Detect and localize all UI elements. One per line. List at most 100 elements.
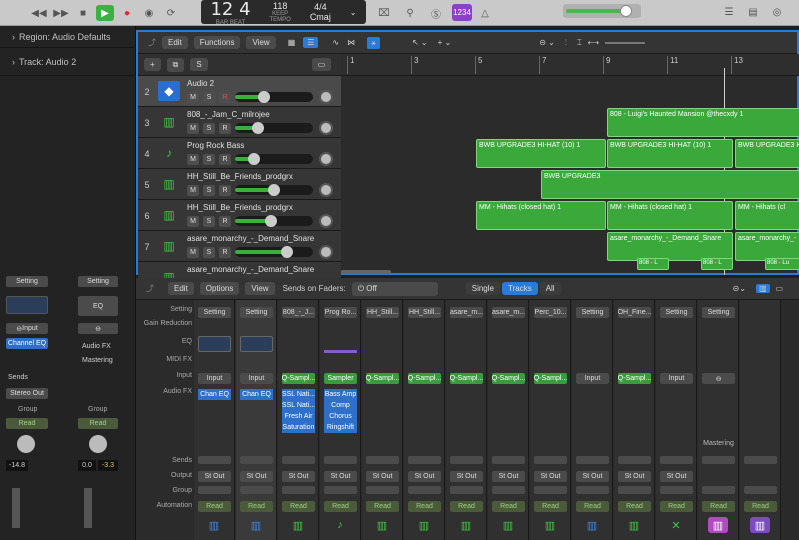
group-slot[interactable]	[618, 486, 651, 494]
group-slot[interactable]	[366, 486, 399, 494]
ruler[interactable]: 1 3 5 7 9 11 13	[341, 54, 799, 76]
output-slot[interactable]: St Out	[492, 471, 525, 482]
region-hihat-1[interactable]: BWB UPGRADE3 HI-HAT (10) 1	[476, 139, 606, 168]
add-track-button[interactable]: +	[144, 58, 161, 71]
track-name[interactable]: Prog Rock Bass	[187, 141, 244, 150]
audio-fx-slot[interactable]: Chorus	[324, 411, 357, 422]
record-enable-button[interactable]: R	[219, 216, 231, 227]
volume-fader-2[interactable]	[84, 488, 92, 528]
automation-slot[interactable]: Read	[618, 501, 651, 512]
mute-button[interactable]: M	[187, 92, 199, 103]
region-808-l-3[interactable]: 808 - Lu	[765, 258, 799, 270]
forward-icon[interactable]: ▶▶	[52, 5, 70, 21]
automation-slot[interactable]: Read	[492, 501, 525, 512]
mute-button[interactable]: M	[187, 247, 199, 258]
automation-slot[interactable]: Read	[324, 501, 357, 512]
settings-dropdown-icon[interactable]: ⊝⌄	[733, 284, 746, 293]
track-header[interactable]: 7 ▥ asare_monarchy_-_Demand_Snare M S R	[138, 231, 341, 262]
mixer-edit-menu[interactable]: Edit	[168, 282, 194, 295]
rewind-icon[interactable]: ◀◀	[30, 5, 48, 21]
pan-knob[interactable]	[319, 183, 333, 197]
back-icon[interactable]: ⤴	[148, 37, 156, 48]
volume-fader[interactable]	[12, 488, 20, 528]
strip-setting[interactable]: Setting	[240, 307, 273, 318]
grid-icon[interactable]: ▦	[288, 38, 296, 47]
strip-setting[interactable]: Prog Ro...	[324, 307, 357, 318]
automation-slot[interactable]: Read	[702, 501, 735, 512]
sends-slot[interactable]	[240, 456, 273, 464]
group-slot[interactable]	[576, 486, 609, 494]
strip-setting[interactable]: HH_Still...	[366, 307, 399, 318]
mixer-options-menu[interactable]: Options	[199, 282, 240, 295]
sends-slot[interactable]	[198, 456, 231, 464]
audio-fx-slot[interactable]: Fresh Air	[282, 411, 315, 422]
capture-record-icon[interactable]: ◉	[140, 5, 158, 21]
view-menu[interactable]: View	[246, 36, 276, 49]
strip-setting[interactable]: OH_Fine...	[618, 307, 651, 318]
audio-fx-slot[interactable]: SSL Nati...	[282, 400, 315, 411]
pan-knob[interactable]	[319, 121, 333, 135]
eq-thumbnail[interactable]	[6, 296, 48, 314]
output-slot[interactable]: St Out	[618, 471, 651, 482]
sends-slot[interactable]	[366, 456, 399, 464]
sends-slot[interactable]	[618, 456, 651, 464]
region-hihat-3[interactable]: BWB UPGRADE3 HI-	[735, 139, 799, 168]
ruler-bar-13[interactable]: 13	[731, 56, 743, 74]
horizontal-scrollbar[interactable]	[341, 270, 391, 274]
record-enable-button[interactable]: R	[219, 185, 231, 196]
track-name[interactable]: 808_-_Jam_C_milrojee	[187, 110, 270, 119]
mute-button[interactable]: M	[187, 185, 199, 196]
sends-slot[interactable]	[450, 456, 483, 464]
pan-knob[interactable]	[319, 152, 333, 166]
automation-slot[interactable]: Read	[408, 501, 441, 512]
record-enable-button[interactable]: R	[219, 123, 231, 134]
automation-slot[interactable]: Read	[366, 501, 399, 512]
track-name[interactable]: HH_Still_Be_Friends_prodgrx	[187, 203, 293, 212]
input-button[interactable]: ⊖ Input	[6, 323, 48, 334]
automation-slot[interactable]: Read	[198, 501, 231, 512]
solo-button[interactable]: S	[203, 92, 215, 103]
pencil-tool-icon[interactable]: + ⌄	[438, 38, 452, 47]
track-header[interactable]: 6 ▥ HH_Still_Be_Friends_prodgrx M S R	[138, 200, 341, 231]
volume-slider[interactable]	[235, 215, 313, 227]
global-solo-button[interactable]: S	[190, 58, 208, 71]
notepad-icon[interactable]: ▤	[744, 4, 762, 20]
play-icon[interactable]: ▶	[96, 5, 114, 21]
sends-slot[interactable]	[324, 456, 357, 464]
automation-slot[interactable]: Read	[744, 501, 777, 512]
audio-fx-slot[interactable]: Chan EQ	[198, 389, 231, 400]
solo-icon[interactable]: Ⓢ	[427, 5, 445, 21]
track-header[interactable]: 3 ▥ 808_-_Jam_C_milrojee M S R	[138, 107, 341, 138]
audio-fx-slot[interactable]: Comp	[324, 400, 357, 411]
tracks-button[interactable]: Tracks	[501, 282, 538, 295]
sends-slot[interactable]	[492, 456, 525, 464]
strip-setting[interactable]: asare_m...	[450, 307, 483, 318]
output-slot[interactable]: St Out	[282, 471, 315, 482]
functions-menu[interactable]: Functions	[193, 36, 241, 49]
group-slot[interactable]	[198, 486, 231, 494]
region-mm-hihats-2[interactable]: MM - Hihats (closed hat) 1	[607, 201, 733, 230]
group-slot[interactable]	[324, 486, 357, 494]
track-header[interactable]: 5 ▥ HH_Still_Be_Friends_prodgrx M S R	[138, 169, 341, 200]
channel-eq-plugin[interactable]: Channel EQ	[6, 338, 48, 349]
solo-button[interactable]: S	[203, 154, 215, 165]
back-icon-mixer[interactable]: ⤴	[146, 283, 154, 294]
all-button[interactable]: All	[539, 282, 561, 295]
automation-curve-icon[interactable]: ∿	[332, 38, 339, 47]
pan-knob[interactable]	[319, 90, 333, 104]
automation-button[interactable]: Read	[6, 418, 48, 429]
output-slot[interactable]: St Out	[366, 471, 399, 482]
strip-setting[interactable]: Setting	[702, 307, 735, 318]
region-mm-hihats-1[interactable]: MM - Hihats (closed hat) 1	[476, 201, 606, 230]
group-slot[interactable]	[660, 486, 693, 494]
setting-button[interactable]: Setting	[6, 276, 48, 287]
waveform-zoom-icon[interactable]: ⫶	[565, 38, 567, 48]
region-snare-1[interactable]: asare_monarchy_-_Demand_Snare	[607, 232, 733, 261]
eq-thumbnail[interactable]	[198, 336, 231, 352]
eq-button[interactable]: EQ	[78, 296, 118, 316]
pan-knob[interactable]	[319, 214, 333, 228]
record-enable-button[interactable]: R	[219, 154, 231, 165]
ruler-bar-11[interactable]: 11	[667, 56, 678, 74]
output-slot[interactable]: St Out	[198, 471, 231, 482]
input-slot[interactable]: Q-Sampl...	[492, 373, 525, 384]
